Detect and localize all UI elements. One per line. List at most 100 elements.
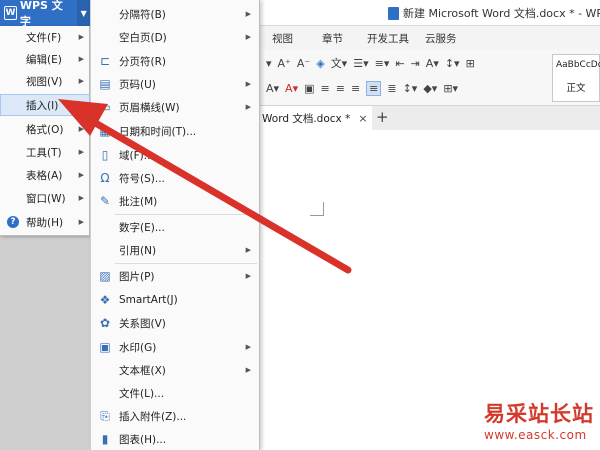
tab-view[interactable]: 视图 bbox=[272, 31, 293, 46]
help-icon: ? bbox=[7, 216, 19, 228]
menu-item-tools[interactable]: 工具(T) ▶ bbox=[0, 141, 90, 163]
shrink-font-icon[interactable]: A⁻ bbox=[297, 57, 310, 70]
insert-item-field[interactable]: ▯ 域(F)... bbox=[91, 144, 259, 166]
tab-cloud[interactable]: 云服务 bbox=[425, 31, 457, 46]
clear-format-icon[interactable]: ◈ bbox=[316, 57, 324, 70]
new-tab-button[interactable]: + bbox=[376, 108, 389, 126]
insert-item-picture[interactable]: ▨ 图片(P) ▶ bbox=[91, 265, 259, 287]
submenu-arrow-icon: ▶ bbox=[78, 55, 84, 63]
menu-item-label: 工具(T) bbox=[26, 146, 62, 159]
page-number-icon: ▤ bbox=[99, 77, 111, 91]
borders-icon[interactable]: ⊞▾ bbox=[443, 82, 458, 95]
insert-item-label: 文件(L)... bbox=[119, 387, 165, 400]
insert-item-label: 分隔符(B) bbox=[119, 8, 166, 21]
page-margin-corner-mark bbox=[310, 202, 324, 216]
submenu-arrow-icon: ▶ bbox=[245, 33, 251, 41]
picture-icon: ▨ bbox=[99, 269, 111, 283]
menu-item-format[interactable]: 格式(O) ▶ bbox=[0, 118, 90, 140]
close-icon[interactable]: × bbox=[358, 112, 367, 125]
window-title-text: 新建 Microsoft Word 文档.docx * - WPS 文 bbox=[403, 7, 600, 20]
insert-item-reference[interactable]: 引用(N) ▶ bbox=[91, 239, 259, 261]
attachment-icon: ⎘ bbox=[100, 408, 110, 423]
insert-item-label: 页眉横线(W) bbox=[119, 101, 180, 114]
insert-item-comment[interactable]: ✎ 批注(M) bbox=[91, 190, 259, 212]
align-right-icon[interactable]: ≡ bbox=[351, 82, 360, 95]
decrease-indent-icon[interactable]: ⇤ bbox=[395, 57, 404, 70]
wps-app-menu-button[interactable]: W WPS 文字 ▼ bbox=[0, 0, 91, 28]
align-center-icon[interactable]: ≡ bbox=[336, 82, 345, 95]
change-case-icon[interactable]: A▾ bbox=[426, 57, 439, 70]
submenu-arrow-icon: ▶ bbox=[78, 148, 84, 156]
menu-item-label: 视图(V) bbox=[26, 75, 63, 88]
submenu-arrow-icon: ▶ bbox=[78, 77, 84, 85]
highlight-color-icon[interactable]: A▾ bbox=[266, 82, 279, 95]
tab-developer[interactable]: 开发工具 bbox=[367, 31, 409, 46]
menu-item-label: 窗口(W) bbox=[26, 192, 66, 205]
menu-item-label: 插入(I) bbox=[26, 99, 59, 112]
app-title-label: WPS 文字 bbox=[19, 0, 63, 28]
character-shading-icon[interactable]: ▣ bbox=[304, 82, 314, 95]
watermark-icon: ▣ bbox=[99, 340, 111, 354]
symbol-icon: Ω bbox=[100, 171, 110, 185]
menu-item-help[interactable]: ? 帮助(H) ▶ bbox=[0, 211, 90, 233]
document-tab-bar: Word 文档.docx * × + bbox=[260, 106, 600, 130]
dropdown-chevron-icon[interactable]: ▾ bbox=[266, 57, 272, 70]
document-icon bbox=[388, 6, 399, 20]
insert-item-attachment[interactable]: ⎘ 插入附件(Z)... bbox=[91, 405, 259, 427]
submenu-arrow-icon: ▶ bbox=[78, 218, 84, 226]
insert-item-label: 数字(E)... bbox=[119, 221, 165, 234]
menu-item-insert[interactable]: 插入(I) ▶ bbox=[0, 94, 90, 116]
insert-item-label: 空白页(D) bbox=[119, 31, 167, 44]
insert-item-date-time[interactable]: ▦ 日期和时间(T)... bbox=[91, 120, 259, 142]
menu-item-edit[interactable]: 编辑(E) ▶ bbox=[0, 48, 90, 70]
ribbon-row-paragraph: A▾ A▾ ▣ ≡ ≡ ≡ ≡ ≣ ↕▾ ◆▾ ⊞▾ bbox=[260, 77, 458, 99]
menu-item-label: 格式(O) bbox=[26, 123, 64, 136]
align-left-icon[interactable]: ≡ bbox=[321, 82, 330, 95]
justify-icon[interactable]: ≡ bbox=[366, 80, 382, 96]
insert-item-smartart[interactable]: ❖ SmartArt(J) bbox=[91, 289, 259, 311]
insert-item-label: 页码(U) bbox=[119, 78, 156, 91]
insert-item-label: 插入附件(Z)... bbox=[119, 410, 187, 423]
insert-item-separator[interactable]: 分隔符(B) ▶ bbox=[91, 3, 259, 25]
font-color-icon[interactable]: A▾ bbox=[285, 82, 298, 95]
style-gallery-normal[interactable]: AaBbCcDd 正文 bbox=[552, 54, 600, 102]
submenu-arrow-icon: ▶ bbox=[245, 272, 251, 280]
insert-item-textbox[interactable]: 文本框(X) ▶ bbox=[91, 359, 259, 381]
distributed-align-icon[interactable]: ≣ bbox=[387, 82, 396, 95]
menu-item-view[interactable]: 视图(V) ▶ bbox=[0, 70, 90, 92]
bullet-list-icon[interactable]: ☰▾ bbox=[353, 57, 368, 70]
insert-item-page-number[interactable]: ▤ 页码(U) ▶ bbox=[91, 73, 259, 95]
submenu-arrow-icon: ▶ bbox=[245, 103, 251, 111]
menu-item-label: 文件(F) bbox=[26, 31, 62, 44]
insert-item-header-line[interactable]: ▭ 页眉横线(W) ▶ bbox=[91, 96, 259, 118]
chevron-down-icon[interactable]: ▼ bbox=[77, 0, 91, 26]
insert-item-label: 关系图(V) bbox=[119, 317, 166, 330]
paragraph-shading-icon[interactable]: ◆▾ bbox=[423, 82, 437, 95]
insert-item-page-break[interactable]: ⊏ 分页符(R) bbox=[91, 50, 259, 72]
document-tab[interactable]: Word 文档.docx * × bbox=[260, 106, 372, 130]
insert-item-relation-diagram[interactable]: ✿ 关系图(V) bbox=[91, 312, 259, 334]
insert-item-number[interactable]: 数字(E)... bbox=[91, 216, 259, 238]
wps-logo-icon: W bbox=[4, 6, 17, 20]
insert-item-watermark[interactable]: ▣ 水印(G) ▶ bbox=[91, 336, 259, 358]
tab-section[interactable]: 章节 bbox=[322, 31, 343, 46]
numbered-list-icon[interactable]: ≡▾ bbox=[375, 57, 390, 70]
menu-item-file[interactable]: 文件(F) ▶ bbox=[0, 26, 90, 48]
insert-item-label: 分页符(R) bbox=[119, 55, 166, 68]
insert-item-file[interactable]: 文件(L)... bbox=[91, 382, 259, 404]
menu-item-window[interactable]: 窗口(W) ▶ bbox=[0, 187, 90, 209]
insert-item-chart[interactable]: ▮ 图表(H)... bbox=[91, 428, 259, 450]
sort-icon[interactable]: ↕▾ bbox=[445, 57, 460, 70]
insert-item-blank-page[interactable]: 空白页(D) ▶ bbox=[91, 26, 259, 48]
increase-indent-icon[interactable]: ⇥ bbox=[411, 57, 420, 70]
phonetic-guide-icon[interactable]: 文▾ bbox=[331, 55, 348, 71]
grow-font-icon[interactable]: A⁺ bbox=[278, 57, 291, 70]
insert-item-symbol[interactable]: Ω 符号(S)... bbox=[91, 167, 259, 189]
line-spacing-icon[interactable]: ↕▾ bbox=[403, 82, 418, 95]
insert-item-label: 批注(M) bbox=[119, 195, 158, 208]
menu-item-table[interactable]: 表格(A) ▶ bbox=[0, 164, 90, 186]
insert-submenu: 分隔符(B) ▶ 空白页(D) ▶ ⊏ 分页符(R) ▤ 页码(U) ▶ ▭ 页眉横线… bbox=[90, 0, 260, 450]
submenu-arrow-icon: ▶ bbox=[78, 171, 84, 179]
show-marks-icon[interactable]: ⊞ bbox=[466, 57, 475, 70]
submenu-arrow-icon: ▶ bbox=[245, 343, 251, 351]
